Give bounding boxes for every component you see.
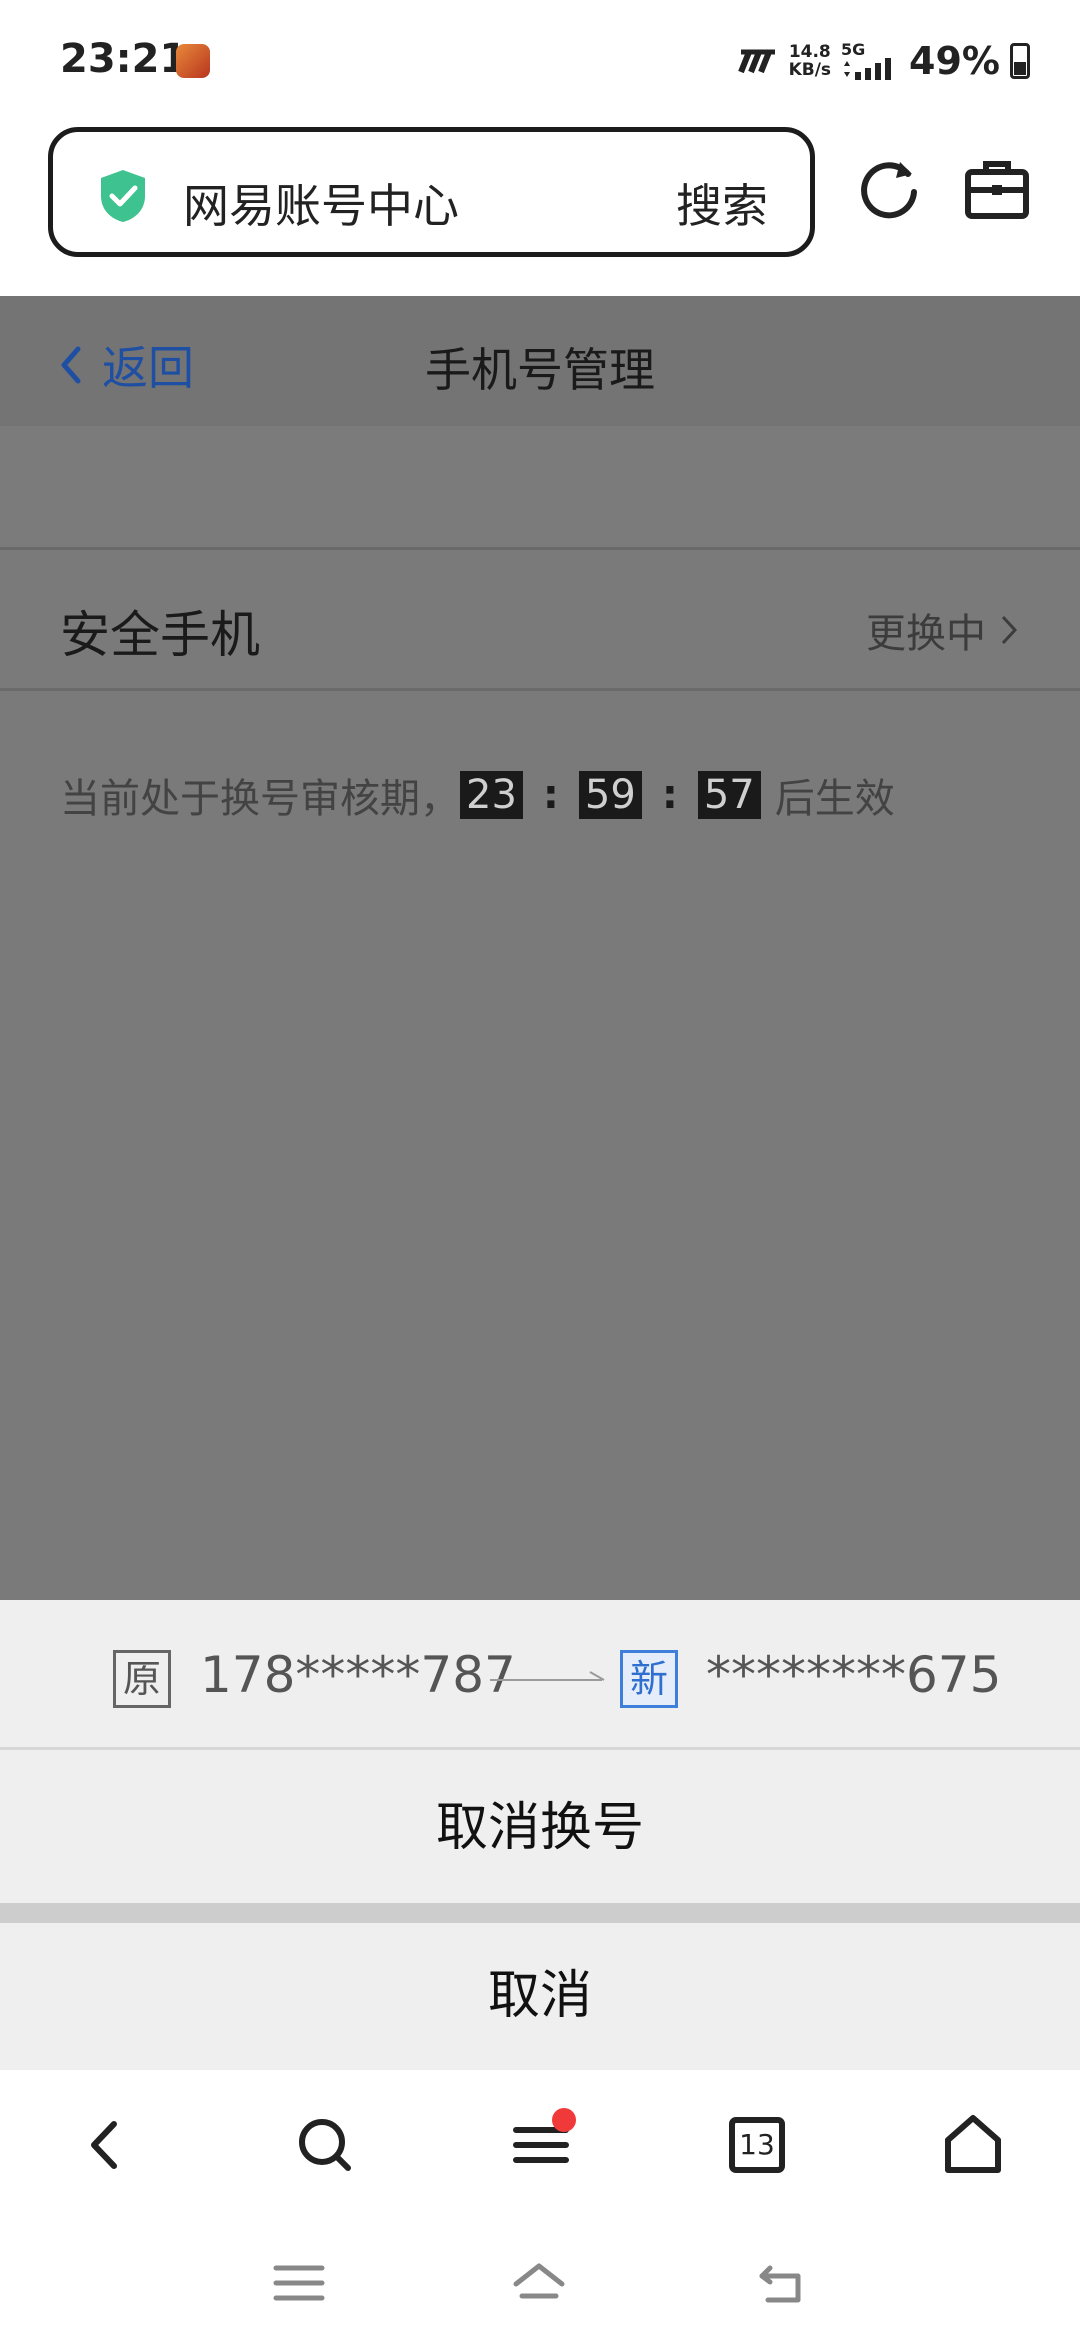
battery-percent: 49% (909, 39, 1000, 83)
network-speed: 14.8 KB/s (789, 43, 831, 79)
address-text[interactable]: 网易账号中心 (183, 170, 459, 236)
cellular-group: 5G (841, 42, 899, 80)
notice-suffix: 后生效 (774, 776, 895, 822)
chevron-left-icon[interactable] (72, 2110, 142, 2180)
security-phone-status[interactable]: 更换中 (866, 601, 1018, 659)
countdown-seconds: 57 (697, 771, 761, 819)
section-spacer (0, 426, 1080, 550)
refresh-icon[interactable] (856, 156, 922, 222)
tab-count[interactable]: 13 (735, 2128, 779, 2161)
home-icon[interactable] (512, 2260, 566, 2306)
app-notification-icon (176, 44, 210, 78)
network-type: 5G (841, 40, 866, 59)
shield-check-icon (101, 170, 145, 222)
old-number: 178*****787 (200, 1646, 516, 1704)
back-icon[interactable] (754, 2260, 808, 2306)
cancel-change-button[interactable]: 取消换号 (0, 1753, 1080, 1903)
recent-apps-icon[interactable] (272, 2260, 326, 2306)
sheet-divider (0, 1903, 1080, 1923)
old-number-tag: 原 (113, 1650, 171, 1708)
countdown-minutes: 59 (578, 771, 642, 819)
countdown-hours: 23 (460, 771, 523, 819)
status-text: 更换中 (866, 611, 986, 657)
arrow-right-icon (490, 1671, 605, 1681)
countdown-separator: : (661, 772, 678, 818)
page-title: 手机号管理 (425, 343, 655, 397)
address-bar[interactable]: 网易账号中心 搜索 (48, 127, 815, 257)
notification-dot (552, 2108, 576, 2132)
status-bar: 23:21 14.8 KB/s 5G 49% (0, 0, 1080, 120)
number-change-row: 原 178*****787 新 ********675 (0, 1600, 1080, 1750)
chevron-right-icon (1001, 615, 1018, 645)
page-content: 返回 手机号管理 安全手机 更换中 当前处于换号审核期， 23 : 59 : 5… (0, 296, 1080, 1600)
wifi-signal-icon (737, 49, 775, 74)
new-number: ********675 (706, 1646, 1002, 1704)
search-button[interactable]: 搜索 (676, 170, 768, 236)
battery-icon (1010, 43, 1030, 79)
status-time: 23:21 (60, 36, 188, 82)
review-notice: 当前处于换号审核期， 23 : 59 : 57 后生效 (60, 766, 895, 824)
status-right-group: 14.8 KB/s 5G 49% (735, 36, 1030, 86)
security-phone-label: 安全手机 (60, 606, 260, 664)
search-icon[interactable] (290, 2110, 360, 2180)
network-speed-unit: KB/s (788, 60, 832, 80)
cancel-button[interactable]: 取消 (0, 1923, 1080, 2070)
notice-prefix: 当前处于换号审核期， (60, 776, 460, 822)
toolbox-icon[interactable] (964, 158, 1030, 222)
home-icon[interactable] (938, 2110, 1008, 2180)
new-number-tag: 新 (620, 1650, 678, 1708)
action-sheet: 原 178*****787 新 ********675 取消换号 取消 (0, 1600, 1080, 2070)
countdown-separator: : (542, 772, 559, 818)
security-phone-row[interactable]: 安全手机 更换中 (0, 553, 1080, 691)
cellular-signal-icon (844, 58, 892, 80)
page-header: 返回 手机号管理 (0, 296, 1080, 426)
network-speed-value: 14.8 (788, 42, 831, 62)
